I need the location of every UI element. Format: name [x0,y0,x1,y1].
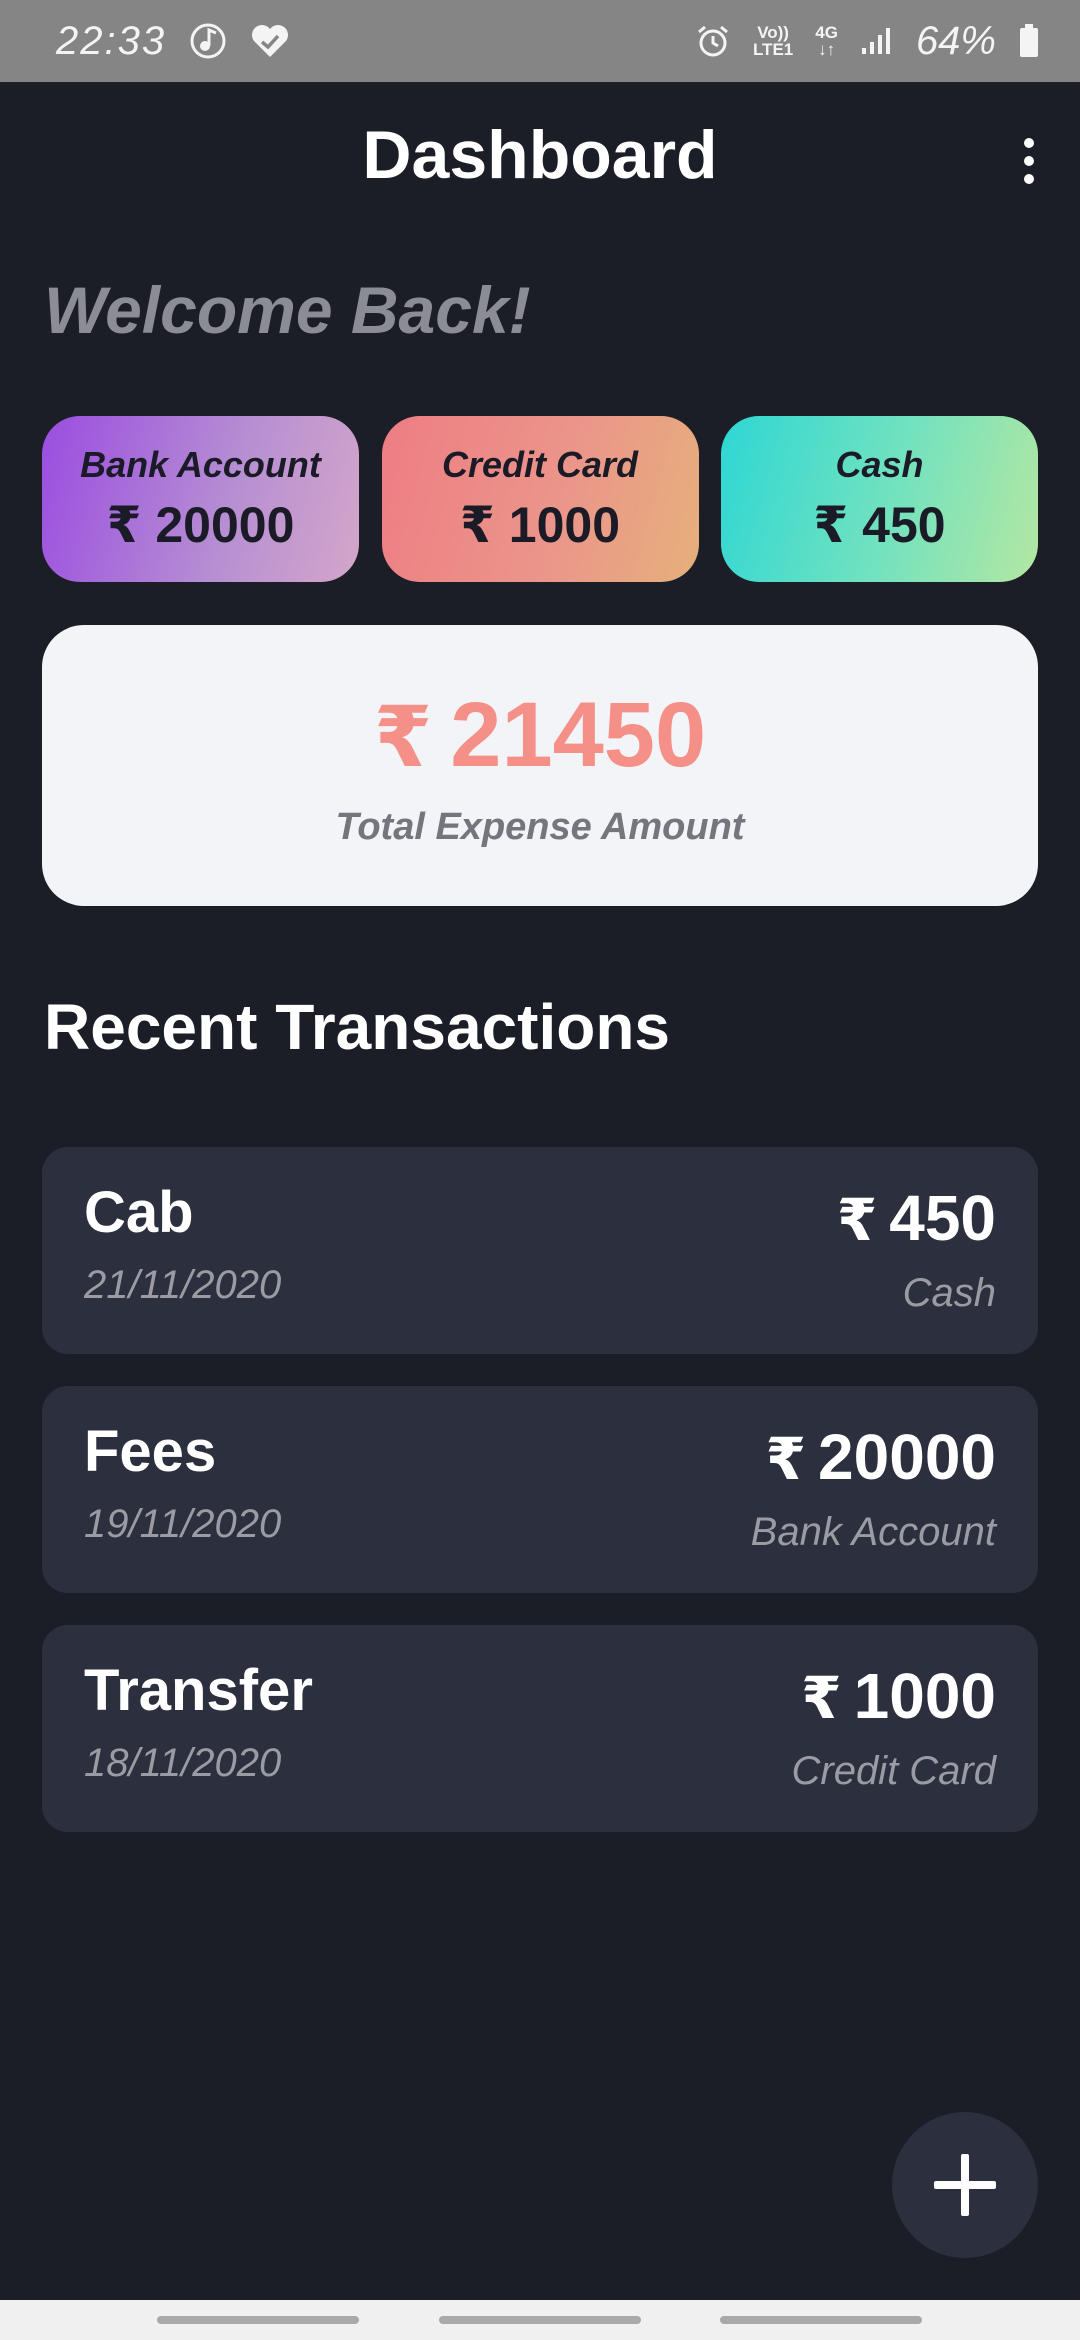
transaction-account: Credit Card [791,1749,996,1793]
rupee-symbol: ₹ [459,497,495,553]
transaction-account: Cash [902,1271,996,1315]
alarm-icon [695,23,731,59]
rupee-symbol: ₹ [836,1188,878,1253]
card-amount: ₹ 20000 [107,496,295,554]
transaction-item[interactable]: Transfer 18/11/2020 ₹ 1000 Credit Card [42,1625,1038,1832]
transaction-amount: ₹ 450 [837,1181,996,1255]
transaction-amount-value: 20000 [818,1421,996,1493]
status-time: 22:33 [56,18,167,63]
transaction-amount-value: 1000 [853,1660,996,1732]
credit-card-card[interactable]: Credit Card ₹ 1000 [381,416,699,582]
card-label: Bank Account [80,444,321,485]
total-expense-card: ₹ 21450 Total Expense Amount [42,625,1038,906]
transaction-account: Bank Account [750,1510,996,1554]
status-right: Vo)) LTE1 4G ↓↑ 64% [695,19,1040,64]
total-amount-value: 21450 [450,683,707,786]
card-label: Credit Card [441,444,639,485]
card-label: Cash [835,444,924,485]
page-title: Dashboard [362,117,718,193]
music-icon [188,21,228,61]
transaction-amount-value: 450 [889,1182,996,1254]
transaction-amount: ₹ 1000 [801,1659,996,1733]
transaction-item[interactable]: Cab 21/11/2020 ₹ 450 Cash [42,1147,1038,1354]
more-vert-dot [1024,174,1034,184]
heart-check-icon [250,23,290,59]
status-bar: 22:33 Vo)) LTE1 4G ↓↑ 64% [0,0,1080,82]
transaction-name: Fees [84,1419,217,1484]
cash-card[interactable]: Cash ₹ 450 [721,416,1038,582]
transaction-name: Transfer [84,1658,313,1723]
nav-recents-button[interactable] [157,2316,359,2324]
dashboard-screen: 22:33 Vo)) LTE1 4G ↓↑ 64% Dashboard Welc… [0,0,1080,2340]
status-left: 22:33 [56,19,290,64]
more-options-button[interactable] [1004,126,1054,196]
transaction-item[interactable]: Fees 19/11/2020 ₹ 20000 Bank Account [42,1386,1038,1593]
rupee-symbol: ₹ [765,1427,807,1492]
total-label: Total Expense Amount [335,805,745,848]
add-transaction-button[interactable] [892,2112,1038,2258]
total-amount: ₹ 21450 [374,683,706,788]
transaction-list: Cab 21/11/2020 ₹ 450 Cash Fees 19/11/202… [42,1147,1038,1864]
rupee-symbol: ₹ [801,1666,842,1731]
rupee-symbol: ₹ [373,689,433,784]
app-bar: Dashboard [0,82,1080,232]
more-vert-dot [1024,156,1034,166]
account-cards: Bank Account ₹ 20000 Credit Card ₹ 1000 … [42,416,1038,582]
transaction-date: 21/11/2020 [84,1263,282,1307]
battery-percentage: 64% [915,18,996,63]
transaction-date: 19/11/2020 [84,1502,282,1546]
rupee-symbol: ₹ [813,497,849,553]
plus-icon [934,2154,996,2216]
transaction-amount: ₹ 20000 [766,1420,996,1494]
battery-icon [1018,23,1040,59]
transaction-date: 18/11/2020 [84,1741,282,1785]
network-type-indicator: 4G ↓↑ [815,23,838,59]
recent-transactions-title: Recent Transactions [44,991,670,1063]
bank-account-card[interactable]: Bank Account ₹ 20000 [42,416,359,582]
nav-back-button[interactable] [720,2316,922,2324]
signal-icon [860,26,894,56]
card-amount: ₹ 450 [813,496,945,554]
card-amount: ₹ 1000 [460,496,620,554]
card-amount-value: 20000 [155,497,295,553]
system-nav-bar [0,2300,1080,2340]
card-amount-value: 1000 [508,497,621,553]
volte-indicator: Vo)) LTE1 [752,23,794,59]
rupee-symbol: ₹ [106,497,142,553]
transaction-name: Cab [84,1180,194,1245]
welcome-message: Welcome Back! [44,273,531,347]
nav-home-button[interactable] [439,2316,641,2324]
card-amount-value: 450 [862,497,946,553]
more-vert-icon [1024,138,1034,148]
